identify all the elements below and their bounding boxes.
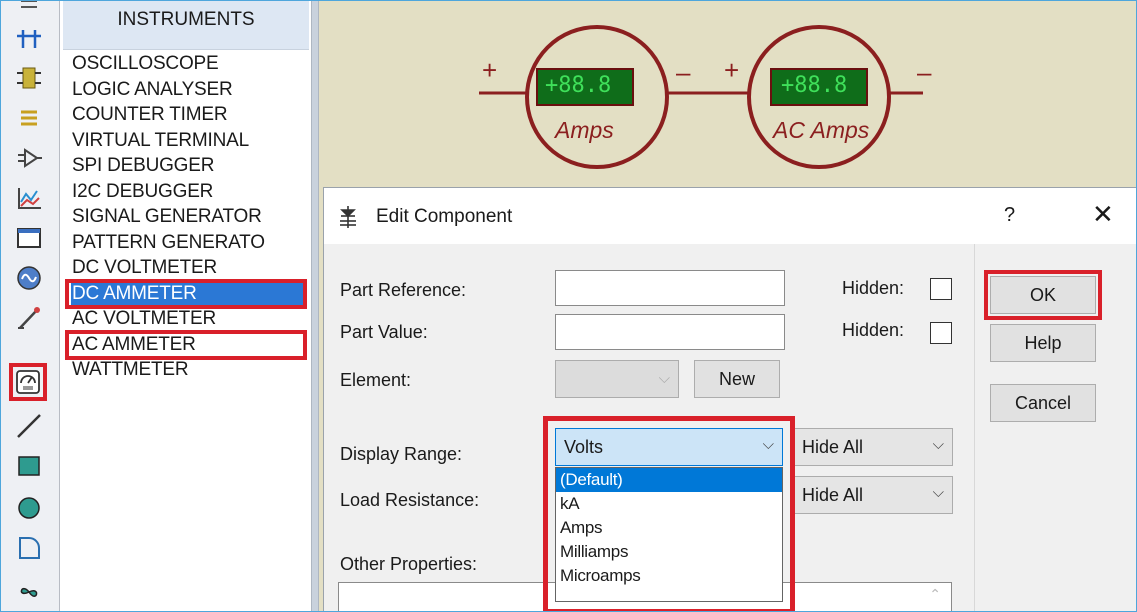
element-label: Element: <box>340 370 412 390</box>
part-reference-input[interactable] <box>555 270 785 306</box>
hide-all-arrow-icon-2: ⌵ <box>932 483 944 501</box>
part-value-label: Part Value: <box>340 322 428 342</box>
dc-meter-minus: – <box>676 57 691 87</box>
ac-ammeter-highlight <box>65 330 307 360</box>
line-icon[interactable] <box>12 409 46 443</box>
dialog-title: Edit Component <box>376 206 513 227</box>
mode-toolbar <box>1 1 60 611</box>
instruments-title: INSTRUMENTS <box>117 9 255 30</box>
panel-splitter[interactable] <box>311 1 319 611</box>
generator-icon[interactable] <box>12 261 46 295</box>
help-icon[interactable]: ? <box>1004 204 1015 227</box>
list-item-i2c-debugger[interactable]: I2C DEBUGGER <box>71 179 307 205</box>
part-value-hidden-checkbox[interactable] <box>930 322 952 344</box>
instruments-header: INSTRUMENTS <box>63 1 309 50</box>
list-item-counter-timer[interactable]: COUNTER TIMER <box>71 102 307 128</box>
bus-icon[interactable] <box>12 101 46 135</box>
scroll-up-icon[interactable]: ⌃ <box>929 587 941 603</box>
graph-icon[interactable] <box>12 181 46 215</box>
voltage-probe-icon[interactable] <box>12 301 46 335</box>
edit-component-dialog: Edit Component ? ✕ Part Reference: Hidde… <box>323 187 1136 611</box>
display-range-highlight <box>543 416 795 611</box>
other-properties-label: Other Properties: <box>340 554 478 574</box>
close-icon[interactable]: ✕ <box>1092 200 1114 230</box>
ok-highlight <box>984 270 1102 320</box>
load-resistance-label: Load Resistance: <box>340 490 480 510</box>
hidden-label-2: Hidden: <box>842 320 905 340</box>
component-icon <box>336 204 360 235</box>
list-item-virtual-terminal[interactable]: VIRTUAL TERMINAL <box>71 128 307 154</box>
circle-icon[interactable] <box>12 491 46 525</box>
list-item-logic-analyser[interactable]: LOGIC ANALYSER <box>71 77 307 103</box>
hide-all-value-2: Hide All <box>802 485 864 505</box>
wire-label-icon[interactable] <box>12 21 46 55</box>
load-resistance-visibility-select[interactable]: Hide All ⌵ <box>793 476 953 514</box>
path-icon[interactable] <box>12 575 46 609</box>
arc-icon[interactable] <box>12 531 46 565</box>
dialog-titlebar[interactable]: Edit Component ? ✕ <box>324 188 1136 244</box>
dc-meter-plus: + <box>482 55 498 85</box>
tape-recorder-icon[interactable] <box>12 221 46 255</box>
list-item-signal-generator[interactable]: SIGNAL GENERATOR <box>71 204 307 230</box>
list-item-oscilloscope[interactable]: OSCILLOSCOPE <box>71 51 307 77</box>
box-icon[interactable] <box>12 449 46 483</box>
ac-meter-reading: +88.8 <box>781 73 848 98</box>
list-item-dc-voltmeter[interactable]: DC VOLTMETER <box>71 255 307 281</box>
part-reference-hidden-checkbox[interactable] <box>930 278 952 300</box>
list-item-spi-debugger[interactable]: SPI DEBUGGER <box>71 153 307 179</box>
ac-meter-minus: – <box>917 57 932 87</box>
text-script-icon[interactable] <box>12 61 46 95</box>
dc-meter-reading: +88.8 <box>545 73 612 98</box>
dc-ammeter-highlight <box>65 279 307 309</box>
hidden-label-1: Hidden: <box>842 278 905 298</box>
display-range-label: Display Range: <box>340 444 463 464</box>
ac-meter-plus: + <box>724 55 740 85</box>
ac-meter-unit: AC Amps <box>773 117 870 143</box>
subcircuit-icon[interactable] <box>12 141 46 175</box>
list-item-pattern-generator[interactable]: PATTERN GENERATO <box>71 230 307 256</box>
new-button[interactable]: New <box>694 360 780 398</box>
dc-meter-unit: Amps <box>555 117 614 143</box>
list-item-ac-voltmeter[interactable]: AC VOLTMETER <box>71 306 307 332</box>
element-dropdown-arrow-icon: ⌵ <box>658 369 670 387</box>
virtual-instruments-icon[interactable] <box>9 363 47 401</box>
list-item-wattmeter[interactable]: WATTMETER <box>71 357 307 383</box>
hide-all-value-1: Hide All <box>802 437 864 457</box>
cancel-button[interactable]: Cancel <box>990 384 1096 422</box>
part-value-input[interactable] <box>555 314 785 350</box>
junction-dot-icon[interactable] <box>12 1 46 17</box>
window-frame: INSTRUMENTS OSCILLOSCOPE LOGIC ANALYSER … <box>0 0 1137 612</box>
hide-all-arrow-icon-1: ⌵ <box>932 435 944 453</box>
part-reference-label: Part Reference: <box>340 280 467 300</box>
element-select[interactable]: ⌵ <box>555 360 679 398</box>
help-button[interactable]: Help <box>990 324 1096 362</box>
display-range-visibility-select[interactable]: Hide All ⌵ <box>793 428 953 466</box>
